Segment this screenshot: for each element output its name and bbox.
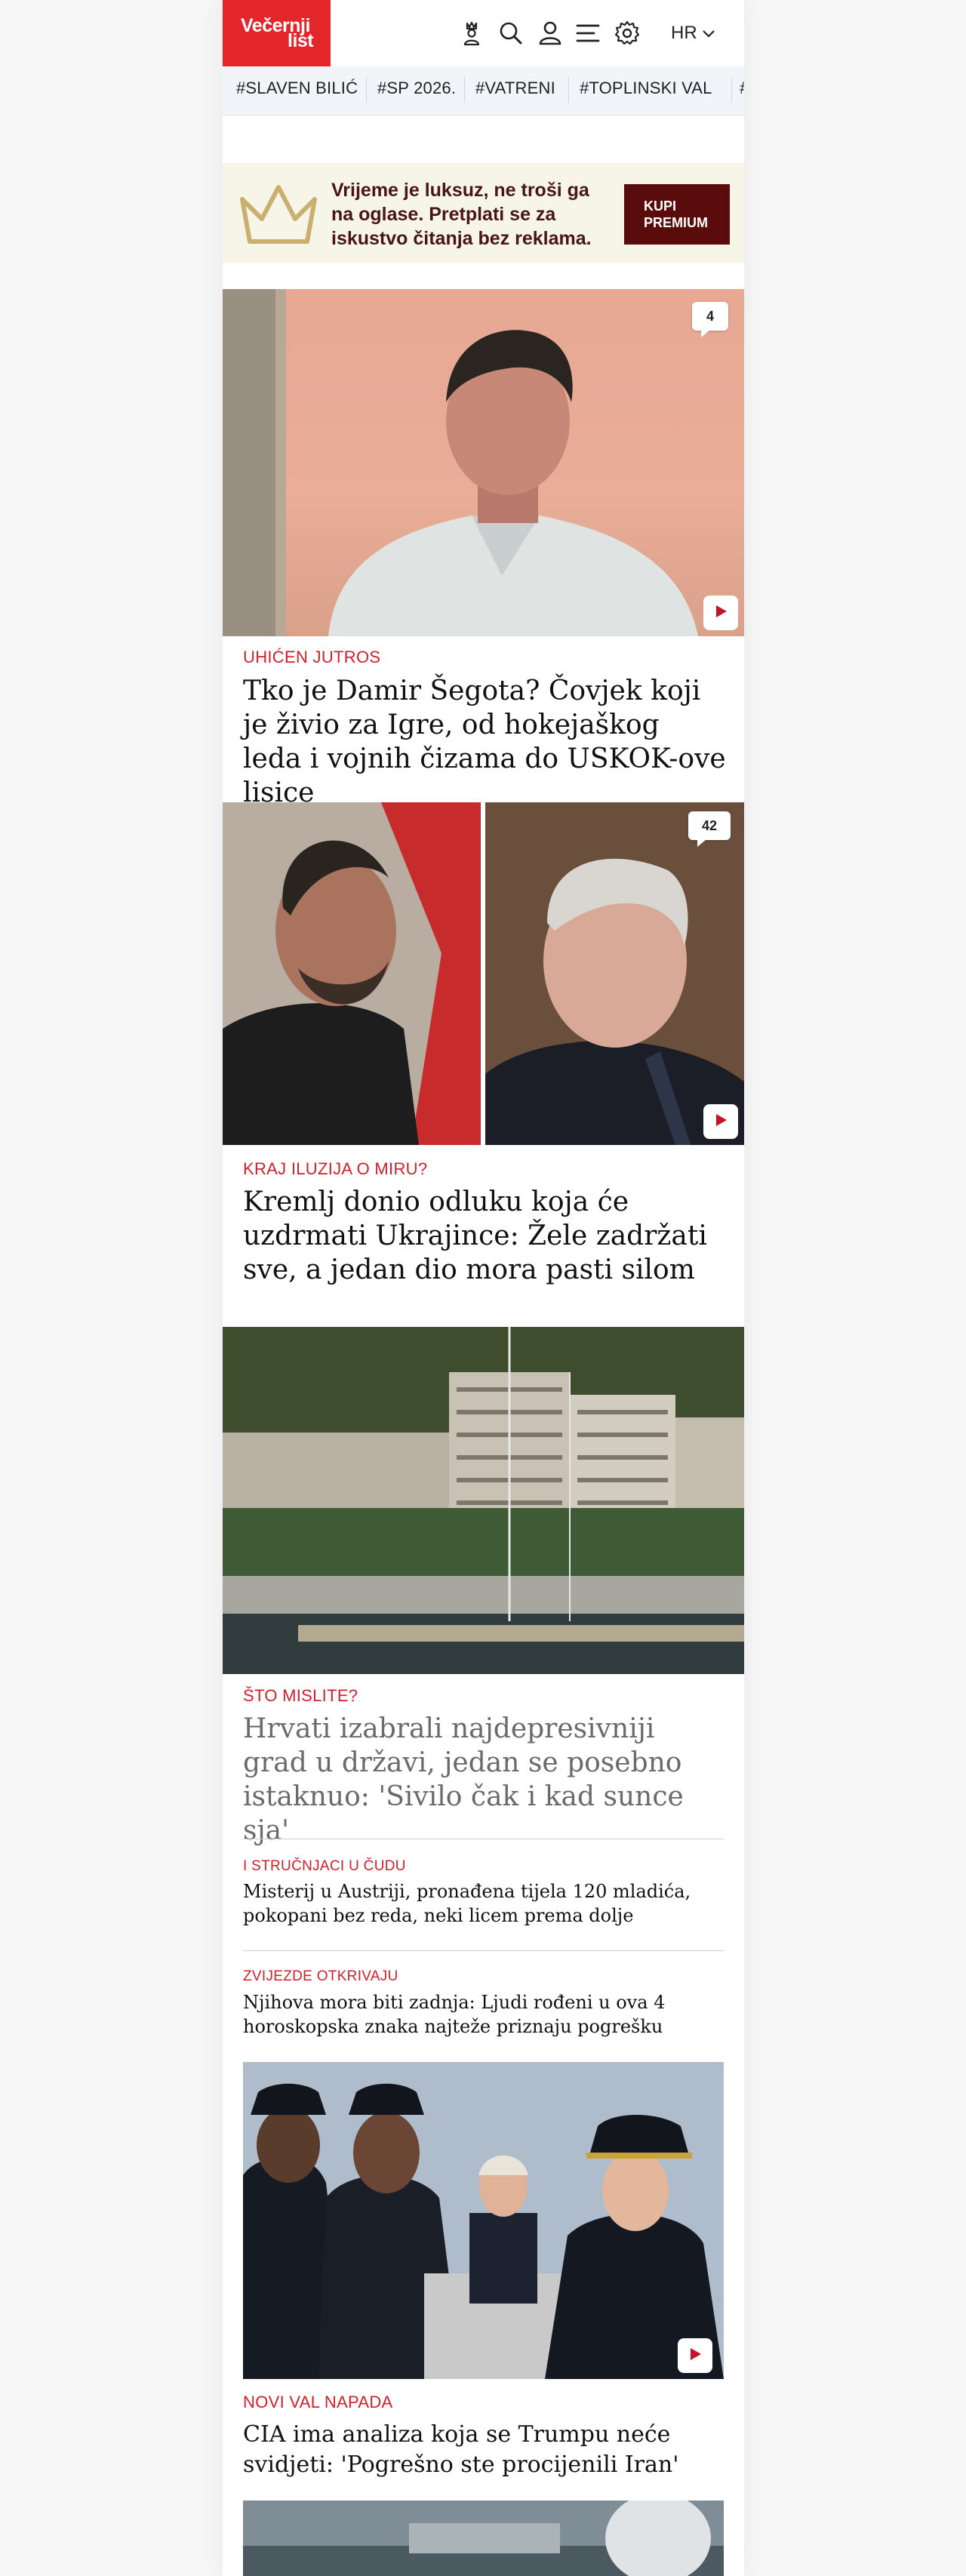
tag-divider (464, 77, 465, 103)
tag-divider (731, 77, 732, 103)
tag-item[interactable]: #SLAVEN BILIĆ (236, 78, 358, 98)
comments-badge[interactable]: 4 (692, 302, 728, 337)
article-kicker: ŠTO MISLITE? (243, 1686, 358, 1705)
premium-promo-banner: Vrijeme je luksuz, ne troši ga na oglase… (223, 163, 744, 263)
language-selector[interactable]: HR (671, 20, 715, 47)
buy-premium-line2: PREMIUM (644, 215, 708, 230)
article-image[interactable] (243, 2501, 724, 2576)
article-kicker: I STRUČNJACI U ČUDU (243, 1858, 406, 1874)
trending-tags-bar: #SLAVEN BILIĆ #SP 2026. #VATRENI #TOPLIN… (223, 66, 744, 115)
chevron-down-icon (702, 23, 715, 44)
top-bar: Večernji list HR (223, 0, 744, 66)
article-title[interactable]: Njihova mora biti zadnja: Ljudi rođeni u… (243, 1990, 711, 2039)
play-video-button[interactable] (703, 1104, 738, 1139)
tag-item[interactable]: #SP 2026. (377, 78, 456, 98)
buy-premium-button[interactable]: KUPI PREMIUM (624, 184, 730, 245)
language-label: HR (671, 23, 697, 43)
article-kicker: NOVI VAL NAPADA (243, 2393, 393, 2411)
play-video-button[interactable] (678, 2338, 712, 2373)
tag-item[interactable]: #TOPLINSKI VAL (580, 78, 712, 98)
tag-divider (568, 77, 569, 103)
tag-item[interactable]: # (740, 78, 744, 98)
buy-premium-line1: KUPI (644, 199, 677, 214)
promo-text: Vrijeme je luksuz, ne troši ga na oglase… (331, 180, 592, 249)
comment-count: 42 (701, 817, 718, 833)
article-kicker: UHIĆEN JUTROS (243, 648, 381, 666)
comment-count: 4 (706, 308, 714, 324)
article-image[interactable] (223, 289, 744, 636)
play-video-button[interactable] (703, 596, 738, 630)
article-title[interactable]: Kremlj donio odluku koja će uzdrmati Ukr… (243, 1185, 726, 1287)
play-icon (712, 1112, 729, 1132)
article-divider (243, 1950, 724, 1951)
play-icon (712, 603, 729, 623)
article-kicker: ZVIJEZDE OTKRIVAJU (243, 1968, 398, 1984)
article-title[interactable]: Tko je Damir Šegota? Čovjek koji je živi… (243, 674, 726, 810)
article-image[interactable] (223, 802, 744, 1145)
play-icon (687, 2346, 703, 2366)
tag-item[interactable]: #VATRENI (475, 78, 555, 98)
article-title[interactable]: Hrvati izabrali najdepresivniji grad u d… (243, 1712, 726, 1848)
menu-icon[interactable] (571, 17, 605, 50)
settings-icon[interactable] (611, 17, 644, 50)
site-logo[interactable]: Večernji list (223, 0, 331, 66)
article-title[interactable]: CIA ima analiza koja se Trumpu neće svid… (243, 2420, 711, 2480)
article-title[interactable]: Misterij u Austriji, pronađena tijela 12… (243, 1879, 711, 1928)
article-kicker: KRAJ ILUZIJA O MIRU? (243, 1159, 428, 1178)
article-image[interactable] (243, 2062, 724, 2379)
user-icon[interactable] (534, 17, 567, 50)
comments-badge[interactable]: 42 (688, 811, 731, 847)
tag-divider (366, 77, 367, 103)
search-icon[interactable] (494, 17, 528, 50)
crown-user-icon[interactable] (455, 17, 488, 50)
logo-line2: list (288, 30, 314, 51)
article-image[interactable] (223, 1327, 744, 1674)
page: Večernji list HR #SLAVEN BILIĆ #SP 2026. (223, 0, 744, 2576)
crown-icon (236, 177, 321, 253)
